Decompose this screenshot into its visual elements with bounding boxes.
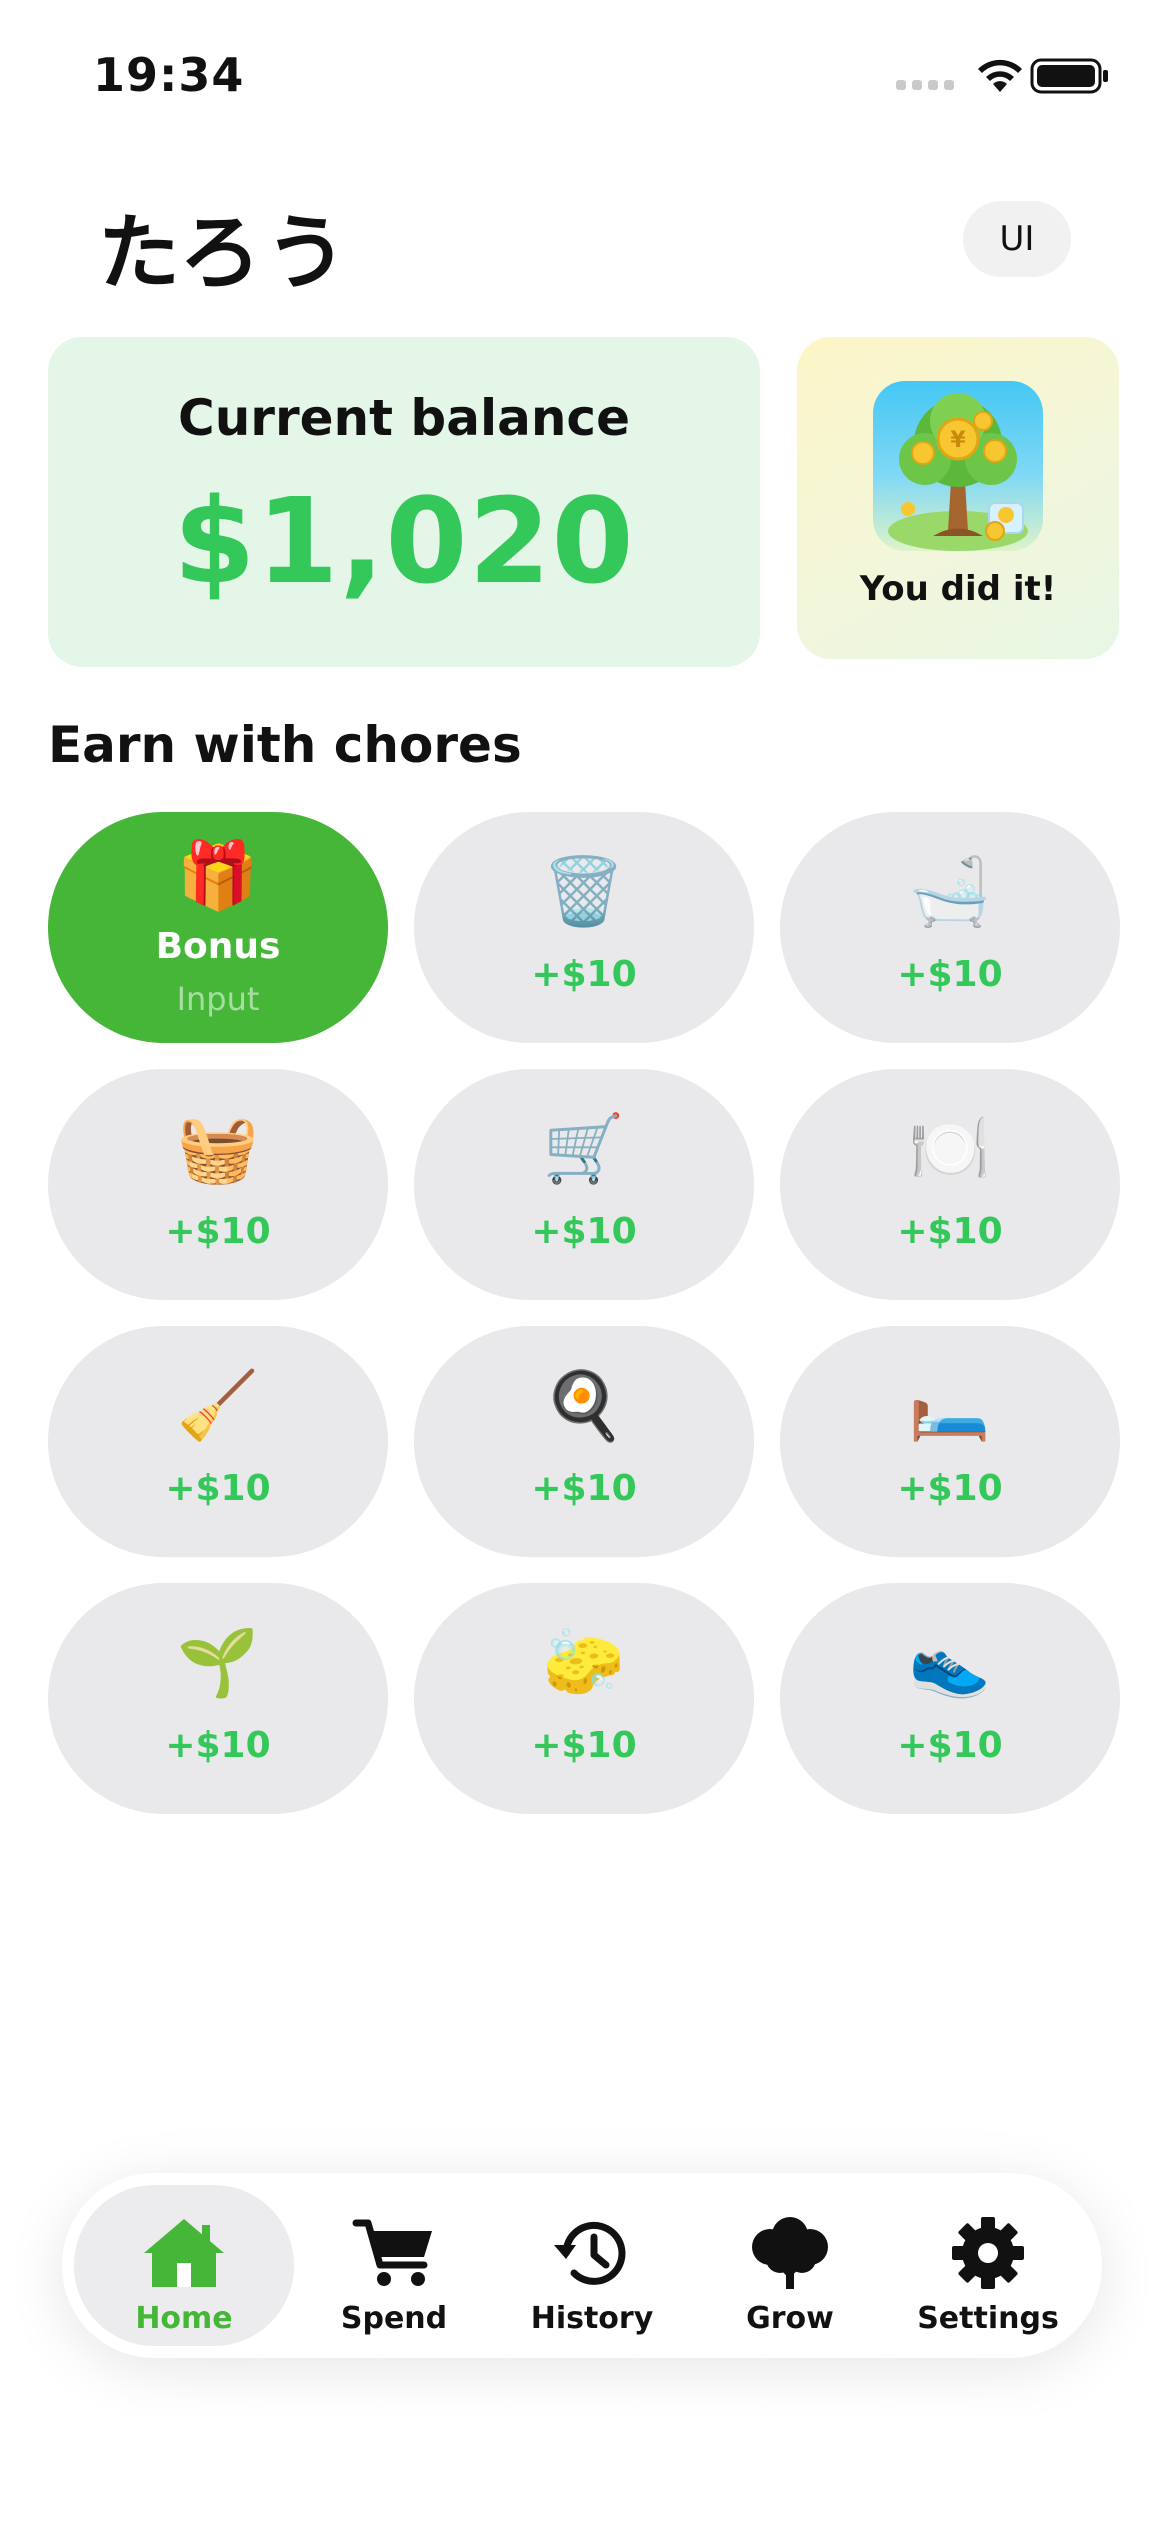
chore-reward: +$10 <box>531 1725 637 1766</box>
laundry-basket-icon: 🧺 <box>176 1110 260 1187</box>
status-time: 19:34 <box>93 48 245 102</box>
bed-icon: 🛏️ <box>908 1367 992 1444</box>
chore-cooking-button[interactable]: 🍳 +$10 <box>414 1326 754 1557</box>
chore-dishes-button[interactable]: 🍽️ +$10 <box>780 1069 1120 1300</box>
chore-grid: 🎁 Bonus Input 🗑️ +$10 🛁 +$10 🧺 +$10 🛒 +$… <box>48 812 1120 1814</box>
cellular-signal-icon <box>896 80 954 90</box>
chore-bed-button[interactable]: 🛏️ +$10 <box>780 1326 1120 1557</box>
tab-spend-label: Spend <box>340 2301 448 2336</box>
chore-reward: +$10 <box>165 1468 271 1509</box>
shopping-cart-icon: 🛒 <box>542 1110 626 1187</box>
chore-reward: +$10 <box>897 954 1003 995</box>
chore-sponge-button[interactable]: 🧽 +$10 <box>414 1583 754 1814</box>
tab-bar: Home Spend History Grow Settings <box>62 2173 1102 2358</box>
chore-bonus-button[interactable]: 🎁 Bonus Input <box>48 812 388 1043</box>
wifi-icon <box>978 59 1022 92</box>
chores-section-title: Earn with chores <box>48 716 522 774</box>
achievement-label: You did it! <box>859 569 1057 609</box>
balance-amount: $1,020 <box>173 472 635 610</box>
sneaker-icon: 👟 <box>908 1624 992 1701</box>
chore-reward: +$10 <box>897 1468 1003 1509</box>
bathtub-icon: 🛁 <box>908 853 992 930</box>
chore-plants-button[interactable]: 🌱 +$10 <box>48 1583 388 1814</box>
tree-icon <box>752 2217 828 2289</box>
status-icons <box>896 54 1116 98</box>
app-screen: 19:34 たろう UI Current balance $1,020 ¥ Yo… <box>0 0 1170 2532</box>
tab-history-label: History <box>530 2301 654 2336</box>
bonus-label: Bonus <box>155 926 281 967</box>
tab-grow[interactable]: Grow <box>680 2185 900 2346</box>
chore-reward: +$10 <box>897 1725 1003 1766</box>
achievement-card[interactable]: ¥ You did it! <box>797 337 1119 659</box>
cart-icon <box>352 2219 432 2286</box>
gift-icon: 🎁 <box>176 837 260 914</box>
chore-reward: +$10 <box>531 1211 637 1252</box>
trash-can-icon: 🗑️ <box>542 853 626 930</box>
broom-icon: 🧹 <box>176 1367 260 1444</box>
svg-text:¥: ¥ <box>950 428 966 453</box>
chore-shopping-button[interactable]: 🛒 +$10 <box>414 1069 754 1300</box>
dishes-icon: 🍽️ <box>908 1110 992 1187</box>
chore-reward: +$10 <box>531 1468 637 1509</box>
tab-spend[interactable]: Spend <box>284 2185 504 2346</box>
ui-language-button[interactable]: UI <box>963 201 1071 277</box>
chore-reward: +$10 <box>897 1211 1003 1252</box>
frying-pan-icon: 🍳 <box>542 1367 626 1444</box>
house-icon <box>144 2219 224 2287</box>
child-name: たろう <box>98 206 352 301</box>
sponge-icon: 🧽 <box>542 1624 626 1701</box>
chore-trash-button[interactable]: 🗑️ +$10 <box>414 812 754 1043</box>
bonus-input-label: Input <box>176 980 260 1018</box>
balance-card: Current balance $1,020 <box>48 337 760 667</box>
chore-shoes-button[interactable]: 👟 +$10 <box>780 1583 1120 1814</box>
tab-home-label: Home <box>135 2301 233 2336</box>
chore-sweep-button[interactable]: 🧹 +$10 <box>48 1326 388 1557</box>
history-icon <box>554 2221 626 2285</box>
tab-history[interactable]: History <box>482 2185 702 2346</box>
chore-reward: +$10 <box>531 954 637 995</box>
balance-label: Current balance <box>178 389 630 447</box>
chore-reward: +$10 <box>165 1725 271 1766</box>
tab-home[interactable]: Home <box>74 2185 294 2346</box>
chore-laundry-button[interactable]: 🧺 +$10 <box>48 1069 388 1300</box>
gear-icon <box>952 2217 1024 2289</box>
chore-bath-button[interactable]: 🛁 +$10 <box>780 812 1120 1043</box>
money-tree-icon: ¥ <box>873 381 1043 551</box>
tab-settings[interactable]: Settings <box>878 2185 1098 2346</box>
battery-icon <box>1030 58 1108 94</box>
tab-grow-label: Grow <box>746 2301 834 2336</box>
seedling-icon: 🌱 <box>176 1624 260 1701</box>
tab-settings-label: Settings <box>917 2301 1059 2336</box>
chore-reward: +$10 <box>165 1211 271 1252</box>
